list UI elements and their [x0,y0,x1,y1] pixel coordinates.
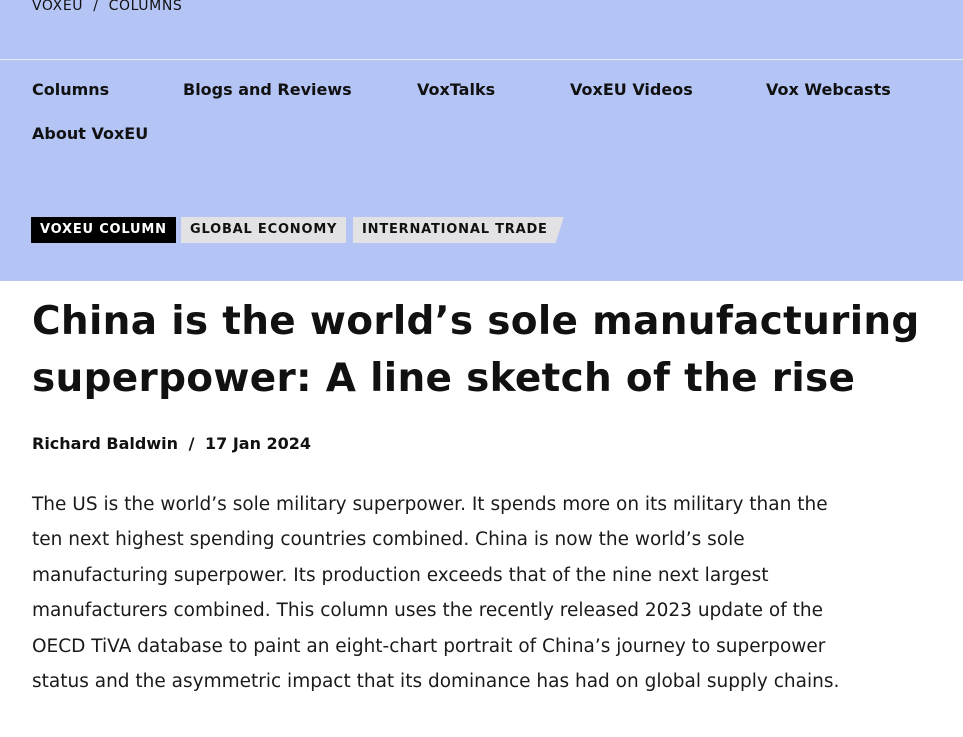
nav-item-about-voxeu[interactable]: About VoxEU [32,124,148,143]
tag-global-economy[interactable]: GLOBAL ECONOMY [181,217,347,243]
nav-item-voxeu-videos[interactable]: VoxEU Videos [570,80,693,99]
nav-item-vox-webcasts[interactable]: Vox Webcasts [766,80,891,99]
breadcrumb-home-link[interactable]: VOXEU [32,0,83,14]
breadcrumb-section-link[interactable]: COLUMNS [109,0,183,14]
breadcrumb-separator: / [93,0,99,14]
header-divider [0,59,963,60]
breadcrumb: VOXEU / COLUMNS [32,0,187,14]
nav-item-columns[interactable]: Columns [32,80,109,99]
author-link[interactable]: Richard Baldwin [32,434,178,453]
byline: Richard Baldwin / 17 Jan 2024 [32,434,311,453]
nav-item-voxtalks[interactable]: VoxTalks [417,80,495,99]
tag-voxeu-column[interactable]: VOXEU COLUMN [31,217,176,243]
byline-separator: / [188,434,195,453]
article-lead: The US is the world’s sole military supe… [32,494,840,693]
site-header: VOXEU / COLUMNS Columns Blogs and Review… [0,0,963,281]
nav-item-blogs-and-reviews[interactable]: Blogs and Reviews [183,80,352,99]
publish-date: 17 Jan 2024 [204,434,312,453]
article-title: China is the world’s sole manufacturing … [32,299,920,401]
tag-international-trade[interactable]: INTERNATIONAL TRADE [353,217,564,243]
